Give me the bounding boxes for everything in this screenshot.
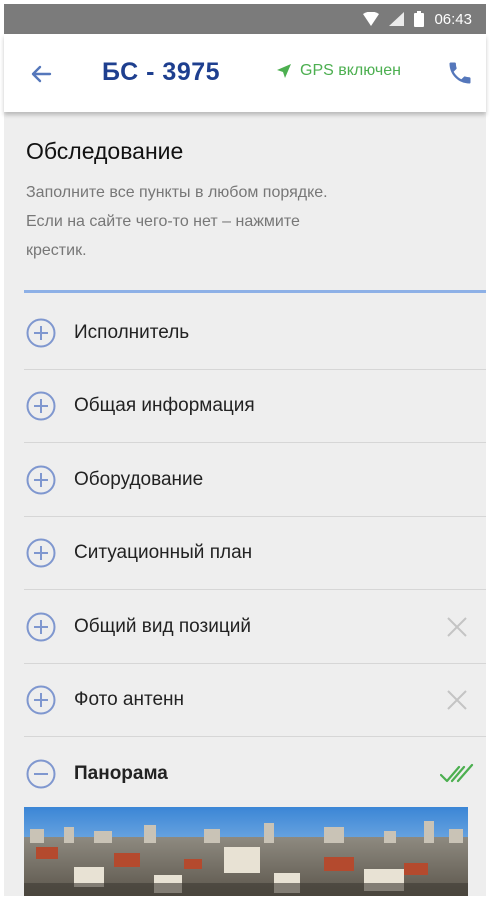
survey-content: Обследование Заполните все пункты в любо… bbox=[4, 112, 486, 896]
status-bar: 06:43 bbox=[4, 4, 486, 34]
list-item-label: Ситуационный план bbox=[74, 542, 253, 564]
gps-label: GPS включен bbox=[300, 62, 401, 79]
plus-circle-icon bbox=[26, 318, 56, 348]
wifi-icon bbox=[363, 12, 380, 26]
double-check-icon bbox=[440, 763, 474, 782]
signal-icon bbox=[389, 12, 405, 26]
phone-icon[interactable] bbox=[446, 59, 474, 87]
page-title: БС - 3975 bbox=[102, 58, 221, 86]
gps-status[interactable]: GPS включен bbox=[276, 62, 401, 80]
list-item[interactable]: Исполнитель bbox=[4, 296, 486, 370]
arrow-left-icon[interactable] bbox=[26, 59, 56, 89]
list-item-label: Исполнитель bbox=[74, 321, 190, 343]
minus-circle-icon bbox=[26, 759, 56, 789]
list-item-label: Панорама bbox=[74, 762, 168, 784]
section-title: Обследование bbox=[26, 138, 184, 164]
plus-circle-icon bbox=[26, 612, 56, 642]
navigation-arrow-icon bbox=[277, 64, 291, 78]
section-description: Заполните все пункты в любом порядке. Ес… bbox=[26, 178, 446, 265]
close-icon[interactable] bbox=[444, 687, 470, 713]
list-item[interactable]: Фото антенн bbox=[4, 664, 486, 737]
battery-icon bbox=[414, 11, 425, 27]
list-item-label: Оборудование bbox=[74, 468, 204, 490]
description-line: Заполните все пункты в любом порядке. bbox=[26, 184, 328, 201]
plus-circle-icon bbox=[26, 391, 56, 421]
close-icon[interactable] bbox=[444, 614, 470, 640]
list-item-expanded[interactable]: Панорама bbox=[4, 737, 486, 811]
list-item-label: Общий вид позиций bbox=[74, 615, 251, 637]
list-item[interactable]: Ситуационный план bbox=[4, 517, 486, 590]
plus-circle-icon bbox=[26, 465, 56, 495]
list-item-label: Общая информация bbox=[74, 395, 255, 417]
survey-list: Исполнитель Общая информация Оборудовани… bbox=[4, 296, 486, 811]
app-bar: БС - 3975 GPS включен bbox=[4, 34, 486, 112]
status-time: 06:43 bbox=[434, 10, 472, 28]
description-line: крестик. bbox=[26, 242, 87, 259]
description-line: Если на сайте чего-то нет – нажмите bbox=[26, 213, 300, 230]
list-item[interactable]: Оборудование bbox=[4, 443, 486, 517]
list-item-label: Фото антенн bbox=[74, 689, 185, 711]
list-item[interactable]: Общий вид позиций bbox=[4, 590, 486, 664]
panorama-photo[interactable] bbox=[24, 807, 468, 896]
plus-circle-icon bbox=[26, 538, 56, 568]
plus-circle-icon bbox=[26, 685, 56, 715]
progress-line bbox=[24, 290, 486, 293]
list-item[interactable]: Общая информация bbox=[4, 370, 486, 443]
